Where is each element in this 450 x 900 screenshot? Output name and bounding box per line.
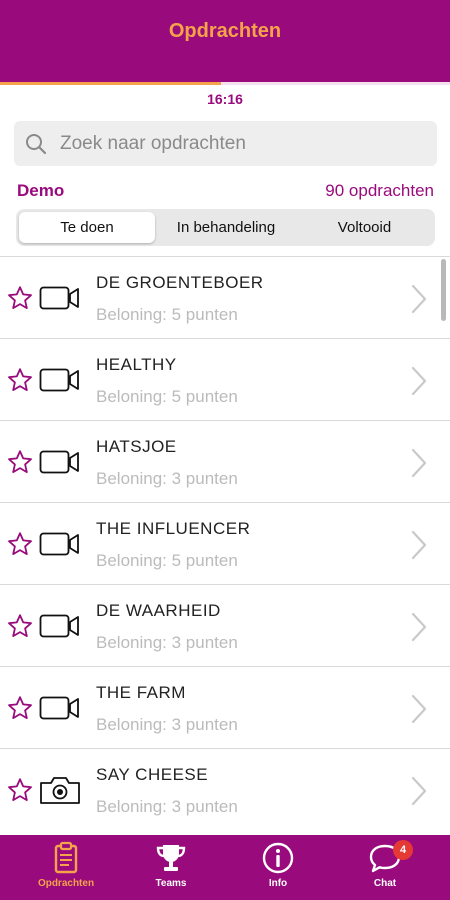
assignment-title: HEALTHY <box>96 355 177 374</box>
video-icon <box>39 696 79 720</box>
assignment-reward: Beloning: 5 punten <box>96 387 238 406</box>
tab-voltooid[interactable]: Voltooid <box>297 212 432 243</box>
assignment-reward: Beloning: 3 punten <box>96 715 238 734</box>
assignment-title: THE INFLUENCER <box>96 519 251 538</box>
assignment-reward: Beloning: 3 punten <box>96 797 238 816</box>
assignment-row[interactable]: HEALTHY Beloning: 5 punten <box>0 338 450 420</box>
search-input[interactable] <box>60 121 430 166</box>
time-progress-fill <box>0 82 221 85</box>
video-icon <box>39 368 79 392</box>
nav-label: Chat <box>373 878 397 889</box>
top-app-bar: Opdrachten <box>0 0 450 82</box>
assignment-count: 90 opdrachten <box>325 181 434 200</box>
star-icon[interactable] <box>7 695 33 721</box>
video-icon <box>39 450 79 474</box>
chevron-right-icon <box>411 366 427 396</box>
chevron-right-icon <box>411 776 427 806</box>
assignment-title: THE FARM <box>96 683 186 702</box>
nav-label: Opdrachten <box>37 878 95 889</box>
info-icon <box>262 842 294 874</box>
nav-chat[interactable]: 4 Chat <box>329 835 441 900</box>
video-icon <box>39 532 79 556</box>
assignment-row[interactable]: THE INFLUENCER Beloning: 5 punten <box>0 502 450 584</box>
assignment-row[interactable]: THE FARM Beloning: 3 punten <box>0 666 450 748</box>
assignment-row[interactable]: DE GROENTEBOER Beloning: 5 punten <box>0 256 450 338</box>
assignment-title: DE WAARHEID <box>96 601 221 620</box>
assignment-row[interactable]: HATSJOE Beloning: 3 punten <box>0 420 450 502</box>
assignment-reward: Beloning: 5 punten <box>96 551 238 570</box>
nav-label: Info <box>268 878 288 889</box>
video-icon <box>39 286 79 310</box>
star-icon[interactable] <box>7 449 33 475</box>
chevron-right-icon <box>411 284 427 314</box>
timer-label: 16:16 <box>207 91 243 107</box>
assignment-list: DE GROENTEBOER Beloning: 5 punten HEALTHY B… <box>0 256 450 830</box>
search-bar[interactable] <box>14 121 437 166</box>
camera-icon <box>40 777 80 804</box>
star-icon[interactable] <box>7 367 33 393</box>
star-icon[interactable] <box>7 531 33 557</box>
tab-te-doen[interactable]: Te doen <box>19 212 155 243</box>
chevron-right-icon <box>411 612 427 642</box>
assignment-reward: Beloning: 3 punten <box>96 469 238 488</box>
nav-info[interactable]: Info <box>222 835 334 900</box>
assignment-row[interactable]: SAY CHEESE Beloning: 3 punten <box>0 748 450 830</box>
tab-in-behandeling[interactable]: In behandeling <box>156 212 296 243</box>
assignment-reward: Beloning: 3 punten <box>96 633 238 652</box>
search-icon <box>26 134 47 155</box>
group-name: Demo <box>17 181 65 200</box>
chevron-right-icon <box>411 448 427 478</box>
assignment-title: HATSJOE <box>96 437 177 456</box>
scrollbar[interactable] <box>441 259 446 321</box>
star-icon[interactable] <box>7 777 33 803</box>
trophy-icon <box>156 845 186 871</box>
page-title: Opdrachten <box>168 20 282 42</box>
video-icon <box>39 614 79 638</box>
nav-teams[interactable]: Teams <box>115 835 227 900</box>
chevron-right-icon <box>411 530 427 560</box>
chat-badge: 4 <box>393 840 413 860</box>
assignment-reward: Beloning: 5 punten <box>96 305 238 324</box>
assignment-title: DE GROENTEBOER <box>96 273 264 292</box>
clipboard-icon <box>54 841 78 874</box>
nav-label: Teams <box>155 878 187 889</box>
star-icon[interactable] <box>7 285 33 311</box>
bottom-nav: Opdrachten Teams Info 4 Chat <box>0 835 450 900</box>
nav-opdrachten[interactable]: Opdrachten <box>10 835 122 900</box>
time-progress-bar <box>0 82 450 85</box>
assignment-title: SAY CHEESE <box>96 765 209 784</box>
status-tabs: Te doen In behandeling Voltooid <box>16 209 435 246</box>
chevron-right-icon <box>411 694 427 724</box>
star-icon[interactable] <box>7 613 33 639</box>
assignment-row[interactable]: DE WAARHEID Beloning: 3 punten <box>0 584 450 666</box>
